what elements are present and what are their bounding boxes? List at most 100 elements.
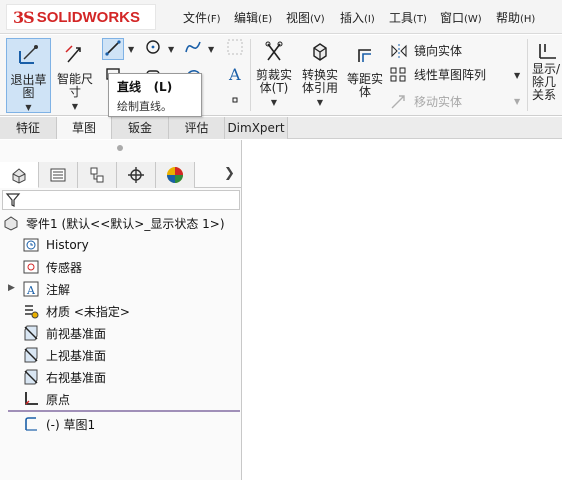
sketch-icon (22, 415, 40, 433)
menu-file[interactable]: 文件(F) (183, 9, 221, 26)
tree-root-part[interactable]: 零件1 (默认<<默认>_显示状态 1>) (2, 213, 225, 233)
relations-label: 显示/ 除几 关系 (532, 62, 561, 102)
tree-item-label: (-) 草图1 (46, 417, 96, 432)
chevron-down-icon[interactable]: ▼ (208, 45, 214, 54)
configuration-icon (90, 167, 104, 183)
title-bar: 3S SOLIDWORKS 文件(F) 编辑(E) 视图(V) 插入(I) 工具… (0, 0, 562, 34)
trim-icon (265, 41, 283, 61)
chevron-down-icon[interactable]: ▼ (271, 98, 277, 107)
linear-pattern-icon (390, 67, 406, 81)
tree-item-top-plane[interactable]: 上视基准面 (22, 345, 106, 365)
point-icon (232, 97, 238, 103)
tree-item-label: 注解 (46, 282, 71, 297)
offset-entities-button[interactable]: 等距实 体 (344, 38, 386, 113)
tab-property-manager[interactable] (39, 162, 78, 188)
smart-dimension-button[interactable]: 智能尺 寸 ▼ (54, 38, 96, 113)
convert-entities-button[interactable]: 转换实 体引用 ▼ (298, 38, 342, 113)
tab-sheet-metal[interactable]: 钣金 (112, 117, 169, 139)
panel-grip[interactable] (117, 145, 123, 151)
mirror-entities-button[interactable]: 镜向实体 (390, 42, 462, 59)
menu-insert[interactable]: 插入(I) (340, 9, 375, 26)
menu-view[interactable]: 视图(V) (286, 9, 325, 26)
feature-manager-panel: ❯ 零件1 (默认<<默认>_显示状态 1>) History 传感器 ▶ A … (0, 140, 242, 480)
chevron-right-icon[interactable]: ❯ (224, 166, 235, 181)
tree-item-label: History (46, 238, 89, 252)
convert-label: 转换实 体引用 (301, 68, 338, 95)
chevron-down-icon[interactable]: ▼ (168, 45, 174, 54)
tab-sketch[interactable]: 草图 (57, 117, 112, 139)
line-tooltip: 直线 (L) 绘制直线。 (108, 73, 202, 117)
mirror-icon (391, 43, 407, 58)
solidworks-logo[interactable]: 3S SOLIDWORKS (6, 4, 156, 30)
tab-configuration-manager[interactable] (78, 162, 117, 188)
linear-pattern-button[interactable]: 线性草图阵列 (390, 66, 486, 83)
tab-dimxpert[interactable]: DimXpert (225, 117, 288, 139)
ds-logo-mark: 3S (13, 7, 35, 27)
tab-features[interactable]: 特征 (0, 117, 57, 139)
move-icon (391, 94, 405, 108)
menu-edit[interactable]: 编辑(E) (234, 9, 272, 26)
graphics-area[interactable] (243, 140, 562, 480)
tree-item-origin[interactable]: 原点 (22, 389, 70, 409)
grid-icon (227, 39, 243, 55)
tree-item-material[interactable]: 材质 <未指定> (22, 301, 130, 321)
panel-tabs: ❯ (0, 162, 242, 188)
tree-filter-bar[interactable] (2, 190, 240, 210)
move-label: 移动实体 (414, 95, 463, 109)
chevron-down-icon[interactable]: ▼ (514, 71, 520, 80)
filter-icon[interactable] (5, 192, 21, 208)
relations-icon (539, 44, 556, 59)
exit-sketch-label: 退出草 图 (10, 73, 47, 100)
tree-item-annotations[interactable]: A 注解 (22, 279, 70, 299)
chevron-down-icon[interactable]: ▼ (514, 97, 520, 106)
expand-triangle-icon[interactable]: ▶ (8, 283, 15, 293)
chevron-down-icon[interactable]: ▼ (128, 45, 134, 54)
svg-text:A: A (228, 65, 241, 83)
rollback-bar[interactable] (8, 410, 240, 412)
mirror-label: 镜向实体 (414, 44, 463, 58)
trim-entities-button[interactable]: 剪裁实 体(T) ▼ (253, 38, 295, 113)
tree-item-label: 材质 <未指定> (46, 304, 130, 319)
menu-window[interactable]: 窗口(W) (440, 9, 482, 26)
text-tool-button[interactable]: A (224, 65, 246, 87)
move-entities-button[interactable]: 移动实体 (390, 93, 462, 110)
history-icon (22, 236, 40, 254)
tree-item-history[interactable]: History (22, 235, 89, 255)
exit-sketch-icon (18, 45, 38, 64)
menu-help[interactable]: 帮助(H) (496, 9, 535, 26)
crosshair-icon (128, 167, 144, 183)
chevron-down-icon[interactable]: ▼ (25, 103, 31, 112)
feature-tree-icon (12, 167, 26, 184)
tree-item-front-plane[interactable]: 前视基准面 (22, 323, 106, 343)
smart-dimension-label: 智能尺 寸 (56, 72, 93, 99)
material-icon (22, 302, 40, 320)
tab-evaluate[interactable]: 评估 (169, 117, 225, 139)
display-delete-relations-button[interactable]: 显示/ 除几 关系 (532, 38, 562, 113)
tree-item-sensors[interactable]: 传感器 (22, 257, 82, 277)
tab-dimxpert-manager[interactable] (117, 162, 156, 188)
chevron-down-icon[interactable]: ▼ (72, 102, 78, 111)
line-icon (105, 40, 121, 56)
exit-sketch-button[interactable]: 退出草 图 ▼ (6, 38, 51, 113)
tab-display-manager[interactable] (156, 162, 195, 188)
chevron-down-icon[interactable]: ▼ (317, 98, 323, 107)
command-manager-ribbon: 退出草 图 ▼ 智能尺 寸 ▼ ▼ ▼ ▼ A 剪裁实 体(T) ▼ 转换实 体… (0, 35, 562, 116)
grid-tool-button[interactable] (224, 38, 246, 60)
tree-item-right-plane[interactable]: 右视基准面 (22, 367, 106, 387)
offset-label: 等距实 体 (346, 72, 383, 99)
ribbon-divider (527, 39, 528, 111)
tooltip-description: 绘制直线。 (117, 100, 172, 113)
spline-icon (185, 41, 201, 53)
spline-tool-button[interactable] (182, 38, 204, 60)
sensor-icon (22, 258, 40, 276)
smart-dimension-icon (65, 45, 81, 63)
text-icon: A (228, 65, 241, 84)
tab-feature-manager[interactable] (0, 162, 39, 188)
ribbon-divider (250, 39, 251, 111)
svg-text:A: A (26, 284, 36, 297)
line-tool-button[interactable] (102, 38, 124, 60)
circle-tool-button[interactable] (142, 38, 164, 60)
tree-item-sketch1[interactable]: (-) 草图1 (22, 414, 95, 434)
menu-tools[interactable]: 工具(T) (389, 9, 427, 26)
point-tool-button[interactable] (224, 91, 246, 111)
